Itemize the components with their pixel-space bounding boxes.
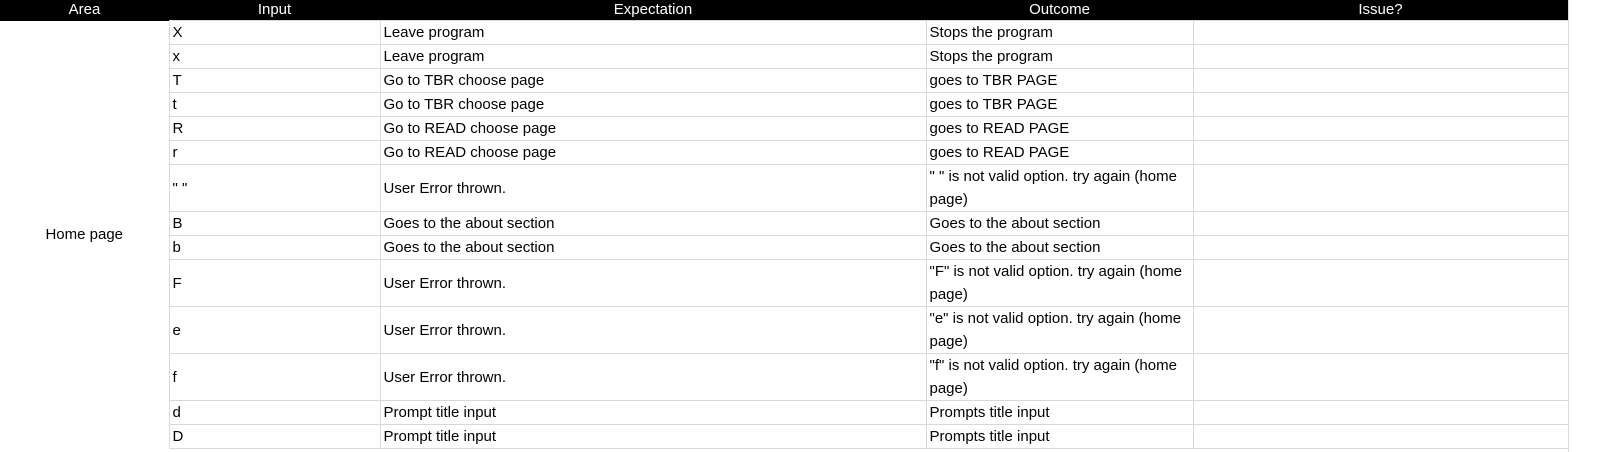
table-row: T Go to TBR choose page goes to TBR PAGE: [0, 68, 1569, 93]
outcome-cell[interactable]: "f" is not valid option. try again (home…: [925, 353, 1194, 401]
expectation-cell[interactable]: User Error thrown.: [379, 353, 927, 401]
expectation-cell[interactable]: Go to READ choose page: [379, 140, 927, 165]
issue-cell[interactable]: [1192, 424, 1569, 449]
outcome-cell[interactable]: Prompts title input: [925, 400, 1194, 425]
outcome-cell[interactable]: Goes to the about section: [925, 211, 1194, 236]
outcome-cell[interactable]: goes to TBR PAGE: [925, 92, 1194, 117]
expectation-cell[interactable]: Goes to the about section: [379, 235, 927, 260]
input-cell[interactable]: B: [168, 211, 381, 236]
outcome-cell[interactable]: Stops the program: [925, 44, 1194, 69]
outcome-cell[interactable]: Prompts title input: [925, 424, 1194, 449]
table-row: " " User Error thrown. " " is not valid …: [0, 164, 1569, 212]
area-cell[interactable]: Home page: [0, 20, 170, 449]
issue-cell[interactable]: [1192, 44, 1569, 69]
input-cell[interactable]: " ": [168, 164, 381, 212]
input-cell[interactable]: F: [168, 259, 381, 307]
outcome-cell[interactable]: goes to TBR PAGE: [925, 68, 1194, 93]
outcome-cell[interactable]: Stops the program: [925, 20, 1194, 45]
expectation-cell[interactable]: Leave program: [379, 44, 927, 69]
issue-cell[interactable]: [1192, 400, 1569, 425]
header-area[interactable]: Area: [0, 0, 169, 21]
input-cell[interactable]: X: [168, 20, 381, 45]
expectation-cell[interactable]: Go to READ choose page: [379, 116, 927, 141]
input-cell[interactable]: r: [168, 140, 381, 165]
table-row: R Go to READ choose page goes to READ PA…: [0, 116, 1569, 141]
input-cell[interactable]: R: [168, 116, 381, 141]
table-row: b Goes to the about section Goes to the …: [0, 235, 1569, 260]
issue-cell[interactable]: [1192, 92, 1569, 117]
outcome-cell[interactable]: Goes to the about section: [925, 235, 1194, 260]
input-cell[interactable]: D: [168, 424, 381, 449]
input-cell[interactable]: e: [168, 306, 381, 354]
outcome-cell[interactable]: goes to READ PAGE: [925, 140, 1194, 165]
table-row: F User Error thrown. "F" is not valid op…: [0, 259, 1569, 307]
header-row: Area Input Expectation Outcome Issue?: [0, 0, 1568, 21]
empty-column-area[interactable]: [1568, 0, 1607, 452]
table-row: Home page X Leave program Stops the prog…: [0, 20, 1569, 449]
issue-cell[interactable]: [1192, 211, 1569, 236]
expectation-cell[interactable]: Go to TBR choose page: [379, 68, 927, 93]
outcome-cell[interactable]: "e" is not valid option. try again (home…: [925, 306, 1194, 354]
input-cell[interactable]: t: [168, 92, 381, 117]
issue-cell[interactable]: [1192, 306, 1569, 354]
expectation-cell[interactable]: User Error thrown.: [379, 259, 927, 307]
input-cell[interactable]: b: [168, 235, 381, 260]
outcome-cell[interactable]: "F" is not valid option. try again (home…: [925, 259, 1194, 307]
expectation-cell[interactable]: Prompt title input: [379, 424, 927, 449]
table-row: t Go to TBR choose page goes to TBR PAGE: [0, 92, 1569, 117]
expectation-cell[interactable]: Goes to the about section: [379, 211, 927, 236]
header-input[interactable]: Input: [169, 0, 380, 21]
table-row: D Prompt title input Prompts title input: [0, 424, 1569, 449]
issue-cell[interactable]: [1192, 116, 1569, 141]
spreadsheet: Area Input Expectation Outcome Issue? Ho…: [0, 0, 1607, 452]
input-cell[interactable]: f: [168, 353, 381, 401]
issue-cell[interactable]: [1192, 259, 1569, 307]
test-table: Area Input Expectation Outcome Issue? Ho…: [0, 0, 1569, 449]
issue-cell[interactable]: [1192, 20, 1569, 45]
input-cell[interactable]: T: [168, 68, 381, 93]
issue-cell[interactable]: [1192, 235, 1569, 260]
input-cell[interactable]: d: [168, 400, 381, 425]
header-expectation[interactable]: Expectation: [380, 0, 926, 21]
issue-cell[interactable]: [1192, 68, 1569, 93]
expectation-cell[interactable]: Go to TBR choose page: [379, 92, 927, 117]
table-row: e User Error thrown. "e" is not valid op…: [0, 306, 1569, 354]
table-row: f User Error thrown. "f" is not valid op…: [0, 353, 1569, 401]
input-cell[interactable]: x: [168, 44, 381, 69]
table-row: x Leave program Stops the program: [0, 44, 1569, 69]
outcome-cell[interactable]: goes to READ PAGE: [925, 116, 1194, 141]
issue-cell[interactable]: [1192, 140, 1569, 165]
expectation-cell[interactable]: User Error thrown.: [379, 164, 927, 212]
table-row: d Prompt title input Prompts title input: [0, 400, 1569, 425]
expectation-cell[interactable]: Prompt title input: [379, 400, 927, 425]
outcome-cell[interactable]: " " is not valid option. try again (home…: [925, 164, 1194, 212]
issue-cell[interactable]: [1192, 164, 1569, 212]
expectation-cell[interactable]: User Error thrown.: [379, 306, 927, 354]
expectation-cell[interactable]: Leave program: [379, 20, 927, 45]
table-row: r Go to READ choose page goes to READ PA…: [0, 140, 1569, 165]
issue-cell[interactable]: [1192, 353, 1569, 401]
header-issue[interactable]: Issue?: [1193, 0, 1568, 21]
header-outcome[interactable]: Outcome: [926, 0, 1193, 21]
table-row: B Goes to the about section Goes to the …: [0, 211, 1569, 236]
